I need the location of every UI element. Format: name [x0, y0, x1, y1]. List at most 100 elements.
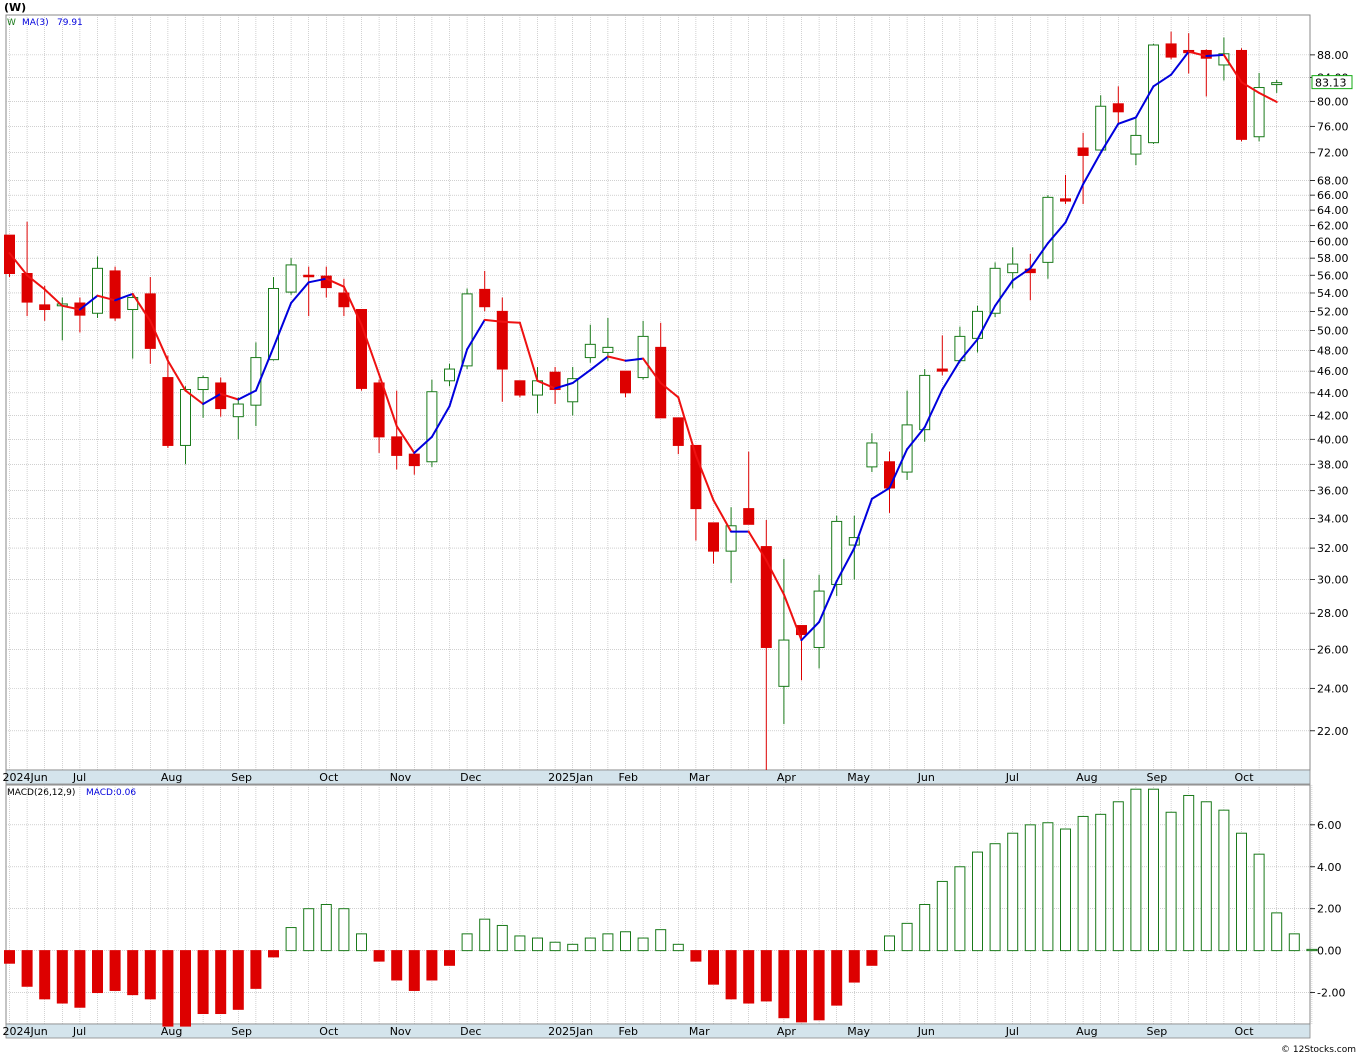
price-y-tick-label: 60.00 — [1317, 236, 1349, 249]
price-y-tick-label: 88.00 — [1317, 49, 1349, 62]
macd-bar — [584, 937, 596, 952]
macd-bar — [743, 950, 755, 1004]
price-x-tick-label: Aug — [1076, 771, 1097, 784]
stock-chart: 2024Jun 2024Jun Jul Jul Aug Aug Sep Sep Oct Oct No… — [0, 0, 1360, 1056]
price-x-tick-label: Oct — [319, 771, 339, 784]
macd-bar — [1183, 794, 1195, 952]
candle-body — [1236, 49, 1247, 140]
price-y-tick-label: 44.00 — [1317, 387, 1349, 400]
macd-x-tick-label: 2024Jun — [3, 1025, 48, 1038]
macd-x-tick-label: Apr — [777, 1025, 797, 1038]
macd-bar — [549, 941, 561, 952]
macd-bar — [391, 950, 403, 981]
price-y-tick-label: 32.00 — [1317, 542, 1349, 555]
candle-body — [496, 310, 508, 370]
macd-bar — [303, 908, 315, 952]
macd-x-tick-label: Aug — [161, 1025, 182, 1038]
macd-bar — [954, 866, 966, 952]
macd-bar — [1042, 822, 1054, 952]
candle-body — [356, 309, 367, 389]
price-x-tick-label: Sep — [1147, 771, 1168, 784]
macd-bar — [4, 950, 15, 964]
candle-body — [1042, 196, 1054, 263]
macd-bar — [620, 931, 631, 952]
chart-svg: 2024Jun 2024Jun Jul Jul Aug Aug Sep Sep Oct Oct No… — [3, 1, 1357, 1055]
macd-bar — [778, 950, 790, 1019]
macd-x-tick-label: Jun — [917, 1025, 935, 1038]
macd-bar — [813, 950, 825, 1021]
candle-body — [461, 293, 473, 367]
price-y-tick-label: 40.00 — [1317, 433, 1349, 446]
macd-bar — [1148, 788, 1159, 952]
price-y-tick-label: 34.00 — [1317, 513, 1349, 526]
price-x-tick-label: May — [847, 771, 870, 784]
candle-body — [637, 335, 649, 379]
macd-x-tick-label: Aug — [1076, 1025, 1097, 1038]
price-x-tick-label: Sep — [231, 771, 252, 784]
macd-bar — [760, 950, 772, 1002]
candle-body — [708, 522, 719, 552]
price-x-tick-label: Nov — [390, 771, 412, 784]
macd-bar — [144, 950, 156, 1000]
candle-body — [1165, 43, 1177, 58]
macd-bar — [637, 937, 649, 952]
macd-bar — [1130, 788, 1142, 952]
macd-bar — [1218, 809, 1230, 952]
legend-symbol: W — [7, 18, 16, 28]
candle-body — [303, 274, 315, 278]
macd-bar — [496, 924, 508, 952]
price-x-tick-label: Dec — [460, 771, 481, 784]
macd-bar — [1112, 801, 1124, 952]
macd-bar — [426, 950, 438, 981]
macd-bar — [989, 843, 1001, 952]
macd-x-axis-bar — [5, 1023, 1311, 1039]
macd-x-tick-label: Sep — [231, 1025, 252, 1038]
macd-x-tick-label: Nov — [390, 1025, 412, 1038]
macd-bar — [972, 851, 983, 952]
price-y-tick-label: 42.00 — [1317, 410, 1349, 423]
macd-bar — [320, 904, 332, 952]
macd-y-tick-label: 2.00 — [1317, 903, 1342, 916]
price-y-tick-label: 26.00 — [1317, 643, 1349, 656]
macd-bar — [1236, 832, 1247, 952]
macd-bar — [831, 950, 843, 1006]
legend-ma-value: 79.91 — [57, 18, 83, 28]
macd-bar — [479, 918, 491, 952]
candle-body — [444, 368, 455, 382]
candle-body — [620, 370, 631, 394]
macd-bar — [1060, 828, 1071, 952]
macd-bar — [708, 950, 719, 985]
candle-body — [426, 391, 438, 463]
candle-body — [180, 389, 191, 446]
macd-x-tick-label: 2025Jan — [548, 1025, 593, 1038]
price-y-tick-label: 64.00 — [1317, 204, 1349, 217]
candle-body — [285, 264, 297, 293]
macd-bar — [848, 950, 860, 983]
candle-body — [602, 346, 614, 353]
candle-body — [1112, 103, 1124, 113]
macd-bar — [232, 950, 244, 1010]
macd-bar — [268, 950, 279, 958]
watermark: © 12Stocks.com — [1281, 1045, 1356, 1055]
macd-bar — [936, 880, 948, 952]
candle-body — [743, 508, 755, 525]
candle-body — [391, 436, 403, 456]
macd-bar — [127, 950, 139, 996]
macd-bar — [1095, 813, 1107, 952]
macd-bar — [408, 950, 420, 991]
macd-bar — [532, 937, 543, 952]
macd-bar — [1271, 912, 1283, 952]
macd-x-tick-label: Dec — [460, 1025, 481, 1038]
price-y-tick-label: 52.00 — [1317, 305, 1349, 318]
macd-bar — [197, 950, 209, 1015]
macd-bar — [567, 943, 579, 952]
macd-bar — [919, 904, 931, 952]
macd-y-tick-label: -2.00 — [1317, 987, 1345, 1000]
macd-bar — [162, 950, 174, 1027]
price-x-tick-label: Jun — [917, 771, 935, 784]
candle-body — [373, 382, 385, 438]
price-x-tick-label: Aug — [161, 771, 182, 784]
macd-bar — [1200, 801, 1212, 952]
macd-x-tick-label: Oct — [319, 1025, 339, 1038]
macd-bar — [1077, 815, 1089, 952]
